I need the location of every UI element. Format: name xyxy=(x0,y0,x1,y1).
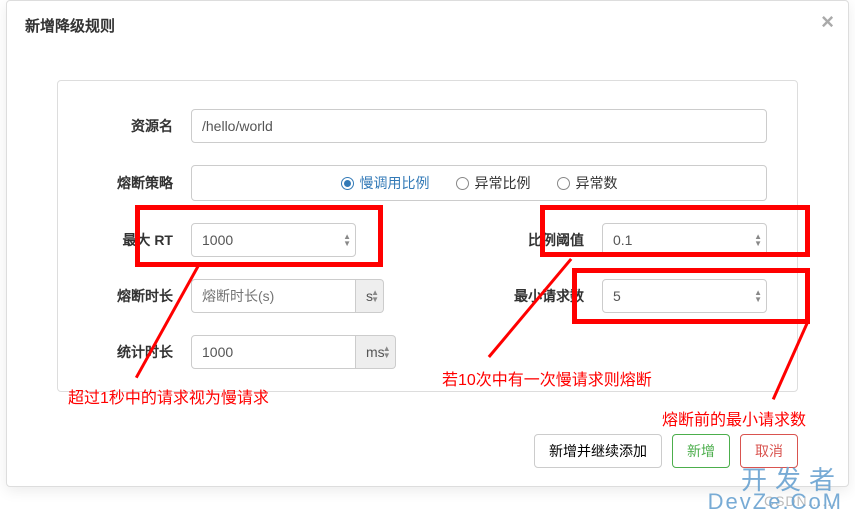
input-stat-duration[interactable] xyxy=(191,335,356,369)
input-resource[interactable] xyxy=(191,109,767,143)
wrap-min-requests: ▲▼ xyxy=(602,279,767,313)
modal-body: 资源名 熔断策略 慢调用比例 异常比例 异常 xyxy=(7,50,848,402)
radio-icon xyxy=(341,177,354,190)
unit-s: s xyxy=(356,279,384,313)
row-stat-duration: 统计时长 ▲▼ ms xyxy=(88,335,767,369)
label-max-rt: 最大 RT xyxy=(88,230,173,250)
modal-header: 新增降级规则 × xyxy=(7,1,848,50)
wrap-ratio: ▲▼ xyxy=(602,223,767,257)
modal-title: 新增降级规则 xyxy=(25,18,115,35)
row-strategy: 熔断策略 慢调用比例 异常比例 异常数 xyxy=(88,165,767,201)
label-strategy: 熔断策略 xyxy=(88,173,173,193)
add-and-continue-button[interactable]: 新增并继续添加 xyxy=(534,434,662,468)
input-break-duration[interactable] xyxy=(191,279,356,313)
radio-group-strategy: 慢调用比例 异常比例 异常数 xyxy=(191,165,767,201)
radio-error-ratio[interactable]: 异常比例 xyxy=(456,173,531,193)
wrap-stat-duration: ▲▼ ms xyxy=(191,335,396,369)
input-ratio[interactable] xyxy=(602,223,767,257)
col-max-rt: 最大 RT ▲▼ xyxy=(88,223,428,257)
unit-ms: ms xyxy=(356,335,396,369)
col-stat-duration: 统计时长 ▲▼ ms xyxy=(88,335,767,369)
wrap-break-duration: ▲▼ s xyxy=(191,279,384,313)
radio-icon xyxy=(456,177,469,190)
label-break-duration: 熔断时长 xyxy=(88,286,173,306)
radio-icon xyxy=(557,177,570,190)
col-min-requests: 最小请求数 ▲▼ xyxy=(428,279,768,313)
form-panel: 资源名 熔断策略 慢调用比例 异常比例 异常 xyxy=(57,80,798,392)
col-ratio: 比例阈值 ▲▼ xyxy=(428,223,768,257)
radio-label-err-count: 异常数 xyxy=(576,173,618,193)
input-max-rt[interactable] xyxy=(191,223,356,257)
label-stat-duration: 统计时长 xyxy=(88,342,173,362)
close-icon[interactable]: × xyxy=(821,11,834,33)
wrap-max-rt: ▲▼ xyxy=(191,223,356,257)
label-resource: 资源名 xyxy=(88,116,173,136)
col-break-duration: 熔断时长 ▲▼ s xyxy=(88,279,428,313)
radio-label-slow: 慢调用比例 xyxy=(360,173,430,193)
input-min-requests[interactable] xyxy=(602,279,767,313)
row-resource: 资源名 xyxy=(88,109,767,143)
dev-watermark-2: DevZe.CoM xyxy=(708,489,843,515)
radio-label-err-ratio: 异常比例 xyxy=(475,173,531,193)
radio-error-count[interactable]: 异常数 xyxy=(557,173,618,193)
annotation-slow-request: 超过1秒中的请求视为慢请求 xyxy=(68,384,269,408)
annotation-trigger: 若10次中有一次慢请求则熔断 xyxy=(442,366,652,390)
row-rt-ratio: 最大 RT ▲▼ 比例阈值 ▲▼ xyxy=(88,223,767,257)
label-ratio: 比例阈值 xyxy=(528,230,584,250)
annotation-min-req: 熔断前的最小请求数 xyxy=(662,406,806,430)
label-min-requests: 最小请求数 xyxy=(514,286,584,306)
add-button[interactable]: 新增 xyxy=(672,434,730,468)
radio-slow-call[interactable]: 慢调用比例 xyxy=(341,173,430,193)
